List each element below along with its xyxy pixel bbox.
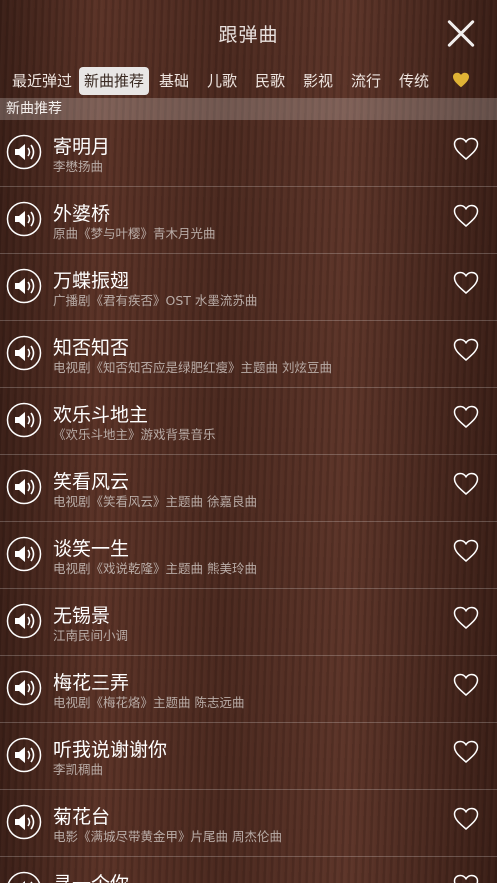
speaker-icon[interactable] [6, 469, 42, 505]
tab-recent[interactable]: 最近弹过 [6, 67, 78, 95]
heart-icon[interactable] [453, 405, 479, 429]
song-row[interactable]: 欢乐斗地主 《欢乐斗地主》游戏背景音乐 [0, 388, 497, 455]
speaker-icon[interactable] [6, 737, 42, 773]
tab-pop[interactable]: 流行 [346, 67, 386, 95]
song-row[interactable]: 无锡景 江南民间小调 [0, 589, 497, 656]
speaker-icon[interactable] [6, 335, 42, 371]
song-row[interactable]: 菊花台 电影《满城尽带黄金甲》片尾曲 周杰伦曲 [0, 790, 497, 857]
heart-icon[interactable] [453, 137, 479, 161]
song-row[interactable]: 寄明月 李懋扬曲 [0, 120, 497, 187]
heart-icon[interactable] [453, 740, 479, 764]
song-subtitle: 电视剧《知否知否应是绿肥红瘦》主题曲 刘炫豆曲 [53, 360, 332, 375]
tab-kids[interactable]: 儿歌 [202, 67, 242, 95]
speaker-icon[interactable] [6, 536, 42, 572]
song-title: 谈笑一生 [53, 538, 130, 560]
speaker-icon[interactable] [6, 871, 42, 883]
song-row[interactable]: 梅花三弄 电视剧《梅花烙》主题曲 陈志远曲 [0, 656, 497, 723]
song-subtitle: 电视剧《梅花烙》主题曲 陈志远曲 [53, 695, 245, 710]
close-icon[interactable] [445, 18, 477, 50]
page-title: 跟弹曲 [218, 24, 279, 46]
song-subtitle: 江南民间小调 [53, 628, 129, 643]
song-subtitle: 李凯稠曲 [53, 762, 104, 777]
heart-icon[interactable] [453, 874, 479, 883]
song-title: 无锡景 [53, 605, 111, 627]
song-title: 寄明月 [53, 136, 111, 158]
song-subtitle: 电影《满城尽带黄金甲》片尾曲 周杰伦曲 [53, 829, 282, 844]
heart-icon[interactable] [453, 338, 479, 362]
heart-icon[interactable] [453, 807, 479, 831]
song-title: 笑看风云 [53, 471, 130, 493]
song-subtitle: 原曲《梦与叶樱》青木月光曲 [53, 226, 216, 241]
tab-traditional[interactable]: 传统 [394, 67, 434, 95]
song-row[interactable]: 万蝶振翅 广播剧《君有疾否》OST 水墨流苏曲 [0, 254, 497, 321]
song-row[interactable]: 听我说谢谢你 李凯稠曲 [0, 723, 497, 790]
tab-basic[interactable]: 基础 [154, 67, 194, 95]
song-row[interactable]: 谈笑一生 电视剧《戏说乾隆》主题曲 熊美玲曲 [0, 522, 497, 589]
song-title: 万蝶振翅 [53, 270, 130, 292]
song-title: 菊花台 [53, 806, 111, 828]
speaker-icon[interactable] [6, 201, 42, 237]
heart-icon[interactable] [453, 539, 479, 563]
favorites-heart-icon[interactable] [452, 72, 470, 88]
song-subtitle: 李懋扬曲 [53, 159, 104, 174]
heart-icon[interactable] [453, 673, 479, 697]
song-subtitle: 电视剧《戏说乾隆》主题曲 熊美玲曲 [53, 561, 257, 576]
section-header: 新曲推荐 [0, 98, 497, 120]
heart-icon[interactable] [453, 271, 479, 295]
song-title: 寻一个你 [53, 869, 129, 883]
heart-icon[interactable] [453, 472, 479, 496]
song-row[interactable]: 知否知否 电视剧《知否知否应是绿肥红瘦》主题曲 刘炫豆曲 [0, 321, 497, 388]
speaker-icon[interactable] [6, 804, 42, 840]
tab-folk[interactable]: 民歌 [250, 67, 290, 95]
category-tabs: 最近弹过 新曲推荐 基础 儿歌 民歌 影视 流行 传统 [0, 64, 497, 98]
song-subtitle: 电视剧《笑看风云》主题曲 徐嘉良曲 [53, 494, 257, 509]
song-title: 欢乐斗地主 [53, 404, 149, 426]
song-title: 外婆桥 [53, 203, 111, 225]
header-bar: 跟弹曲 [0, 0, 497, 64]
speaker-icon[interactable] [6, 134, 42, 170]
heart-icon[interactable] [453, 204, 479, 228]
speaker-icon[interactable] [6, 402, 42, 438]
song-row[interactable]: 笑看风云 电视剧《笑看风云》主题曲 徐嘉良曲 [0, 455, 497, 522]
speaker-icon[interactable] [6, 268, 42, 304]
heart-icon[interactable] [453, 606, 479, 630]
song-title: 梅花三弄 [53, 672, 130, 694]
song-title: 听我说谢谢你 [53, 739, 168, 761]
song-title: 知否知否 [53, 337, 130, 359]
speaker-icon[interactable] [6, 603, 42, 639]
song-subtitle: 广播剧《君有疾否》OST 水墨流苏曲 [53, 293, 258, 308]
song-subtitle: 《欢乐斗地主》游戏背景音乐 [53, 427, 216, 442]
speaker-icon[interactable] [6, 670, 42, 706]
song-row[interactable]: 寻一个你 [0, 857, 497, 883]
tab-film[interactable]: 影视 [298, 67, 338, 95]
song-list: 寄明月 李懋扬曲 外婆桥 原曲《梦与叶樱》青木月光曲 万蝶振翅 广播剧《君有疾否… [0, 120, 497, 883]
song-row[interactable]: 外婆桥 原曲《梦与叶樱》青木月光曲 [0, 187, 497, 254]
tab-new-recommended[interactable]: 新曲推荐 [79, 67, 149, 95]
